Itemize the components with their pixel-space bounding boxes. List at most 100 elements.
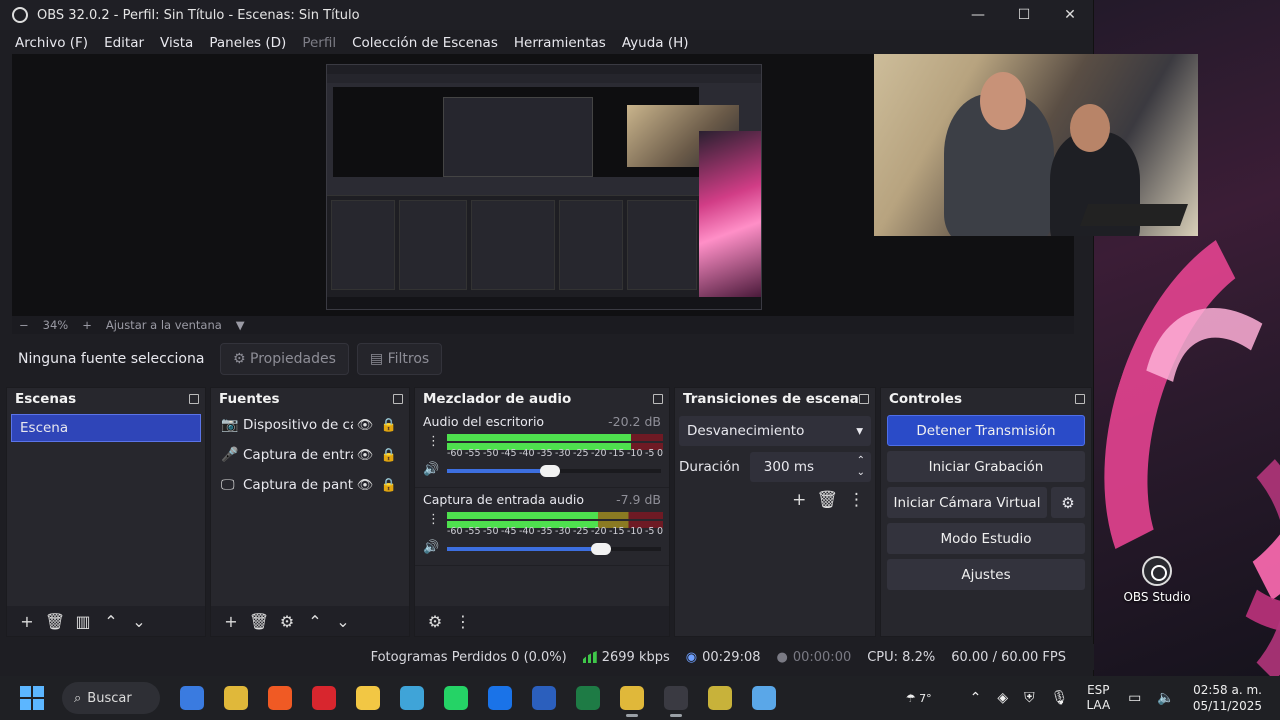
nested-screen-capture: [326, 64, 762, 310]
eye-icon[interactable]: 👁: [353, 448, 377, 463]
obs-icon-glyph: [664, 686, 688, 710]
add-icon[interactable]: +: [13, 612, 41, 631]
eye-icon[interactable]: 👁: [353, 478, 377, 493]
lock-icon[interactable]: 🔒: [377, 448, 401, 463]
chrome-icon-2[interactable]: [610, 676, 654, 720]
stop-streaming-button[interactable]: Detener Transmisión: [887, 415, 1085, 446]
filters-button[interactable]: ▤ Filtros: [356, 343, 443, 375]
pes-icon[interactable]: [698, 676, 742, 720]
properties-button[interactable]: ⚙ Propiedades: [220, 343, 349, 375]
start-recording-button[interactable]: Iniciar Grabación: [887, 451, 1085, 482]
start-virtual-camera-button[interactable]: Iniciar Cámara Virtual: [887, 487, 1047, 518]
menu-paneles[interactable]: Paneles (D): [201, 35, 294, 51]
source-item[interactable]: 📷 Dispositivo de cap 👁 🔒: [211, 410, 409, 440]
popout-icon[interactable]: [1075, 394, 1085, 404]
cpu-usage: CPU: 8.2%: [867, 649, 936, 665]
language-indicator[interactable]: ESP LAA: [1086, 683, 1110, 713]
zoom-out-button[interactable]: −: [12, 318, 36, 332]
volume-knob[interactable]: [539, 465, 560, 477]
fit-to-window[interactable]: Ajustar a la ventana: [99, 318, 229, 332]
obs-window: OBS 32.0.2 - Perfil: Sin Título - Escena…: [0, 0, 1198, 676]
gear-icon[interactable]: ⚙: [273, 612, 301, 631]
popout-icon[interactable]: [859, 394, 869, 404]
obs-icon[interactable]: [654, 676, 698, 720]
source-item[interactable]: 🖵 Captura de pantal 👁 🔒: [211, 470, 409, 500]
lock-icon[interactable]: 🔒: [377, 478, 401, 493]
taskbar-search[interactable]: ⌕ Buscar: [62, 682, 160, 714]
taskbar: ⌕ Buscar ☂ 7° ⌃ ◈ ⛨ 🎙 ESP LAA ▭ 🔈 02:58 a.…: [0, 676, 1280, 720]
trash-icon[interactable]: 🗑: [245, 612, 273, 631]
more-options-icon[interactable]: ⋮: [427, 434, 440, 449]
zoom-dropdown-icon[interactable]: ▼: [229, 318, 252, 332]
start-button[interactable]: [20, 686, 44, 710]
volume-slider[interactable]: [447, 543, 661, 555]
microphone-icon[interactable]: 🎙: [1051, 690, 1069, 706]
more-options-icon[interactable]: ⋮: [427, 512, 440, 527]
studio-mode-button[interactable]: Modo Estudio: [887, 523, 1085, 554]
chevron-up-icon[interactable]: ⌃: [97, 612, 125, 631]
more-options-icon[interactable]: ⋮: [848, 490, 865, 510]
volume-knob[interactable]: [591, 543, 612, 555]
zoom-in-button[interactable]: +: [75, 318, 99, 332]
duration-spinbox[interactable]: 300 ms ⌃ ⌄: [749, 452, 871, 482]
more-options-icon[interactable]: ⋮: [449, 612, 477, 631]
chrome-icon[interactable]: [214, 676, 258, 720]
brave-icon[interactable]: [258, 676, 302, 720]
microsoft-store-icon[interactable]: [170, 676, 214, 720]
menu-archivo[interactable]: Archivo (F): [7, 35, 96, 51]
gear-icon[interactable]: ⚙: [1051, 487, 1085, 518]
source-item[interactable]: 🎤 Captura de entrac 👁 🔒: [211, 440, 409, 470]
volume-slider[interactable]: [447, 465, 661, 477]
settings-button[interactable]: Ajustes: [887, 559, 1085, 590]
maximize-button[interactable]: ☐: [1001, 0, 1047, 30]
excel-icon[interactable]: [566, 676, 610, 720]
security-icon[interactable]: ⛨: [1024, 690, 1035, 706]
popout-icon[interactable]: [653, 394, 663, 404]
chevron-up-icon[interactable]: ⌃: [301, 612, 329, 631]
file-explorer-icon[interactable]: [346, 676, 390, 720]
photos-icon[interactable]: [742, 676, 786, 720]
desktop-obs-shortcut[interactable]: OBS Studio: [1120, 556, 1194, 604]
filter-icon[interactable]: ▥: [69, 612, 97, 631]
chevron-down-icon[interactable]: ⌄: [125, 612, 153, 631]
weather-widget[interactable]: ☂ 7°: [906, 692, 932, 705]
network-icon[interactable]: ▭: [1128, 690, 1141, 706]
menu-editar[interactable]: Editar: [96, 35, 152, 51]
spin-arrows-icon[interactable]: ⌃ ⌄: [857, 455, 865, 479]
preview-canvas[interactable]: [12, 54, 1198, 316]
popout-icon[interactable]: [393, 394, 403, 404]
menu-ayuda[interactable]: Ayuda (H): [614, 35, 697, 51]
chevron-down-icon[interactable]: ⌄: [329, 612, 357, 631]
excel-icon-glyph: [576, 686, 600, 710]
copilot-icon[interactable]: ◈: [997, 690, 1008, 706]
clock[interactable]: 02:58 a. m. 05/11/2025: [1193, 682, 1262, 714]
app-icon[interactable]: [390, 676, 434, 720]
minimize-button[interactable]: —: [955, 0, 1001, 30]
source-toolbar: Ninguna fuente selecciona ⚙ Propiedades …: [6, 338, 1088, 380]
speaker-icon[interactable]: 🔊: [423, 462, 439, 477]
chevron-up-icon[interactable]: ⌃: [970, 690, 982, 706]
menu-coleccion-escenas[interactable]: Colección de Escenas: [344, 35, 506, 51]
advanced-settings-icon[interactable]: ⚙: [421, 612, 449, 631]
webcam-feed: [874, 54, 1198, 236]
whatsapp-icon[interactable]: [434, 676, 478, 720]
trash-icon[interactable]: 🗑: [816, 490, 838, 510]
word-icon[interactable]: [522, 676, 566, 720]
add-icon[interactable]: +: [792, 490, 806, 510]
level-meter: [447, 512, 663, 519]
menu-perfil[interactable]: Perfil: [294, 35, 344, 51]
transition-select[interactable]: Desvanecimiento ▾: [679, 416, 871, 446]
scene-item[interactable]: Escena: [11, 414, 201, 442]
close-button[interactable]: ✕: [1047, 0, 1093, 30]
acrobat-icon[interactable]: [302, 676, 346, 720]
teamviewer-icon[interactable]: [478, 676, 522, 720]
volume-icon[interactable]: 🔈: [1157, 690, 1174, 706]
popout-icon[interactable]: [189, 394, 199, 404]
menu-herramientas[interactable]: Herramientas: [506, 35, 614, 51]
add-icon[interactable]: +: [217, 612, 245, 631]
eye-icon[interactable]: 👁: [353, 418, 377, 433]
lock-icon[interactable]: 🔒: [377, 418, 401, 433]
menu-vista[interactable]: Vista: [152, 35, 201, 51]
speaker-icon[interactable]: 🔊: [423, 540, 439, 555]
trash-icon[interactable]: 🗑: [41, 612, 69, 631]
